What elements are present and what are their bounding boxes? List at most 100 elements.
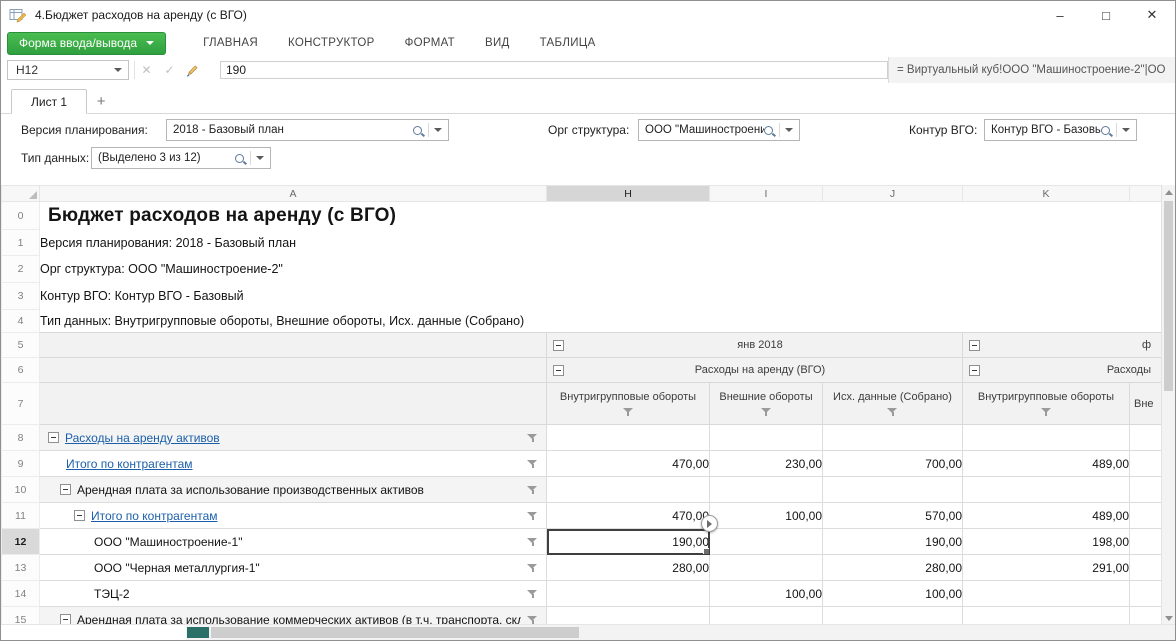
row-number-selected[interactable]: 12 — [2, 529, 40, 555]
row-number[interactable]: 5 — [2, 333, 40, 358]
row-label-link[interactable]: Итого по контрагентам — [91, 509, 218, 523]
row-number[interactable]: 11 — [2, 503, 40, 529]
collapse-icon[interactable] — [969, 340, 980, 351]
value-cell[interactable] — [1130, 555, 1164, 581]
row-label-cell[interactable]: ТЭЦ-2 — [40, 581, 547, 607]
add-sheet-button[interactable]: + — [87, 89, 115, 113]
value-cell[interactable] — [547, 425, 710, 451]
value-cell[interactable]: 489,00 — [963, 503, 1130, 529]
scroll-up-icon[interactable] — [1165, 190, 1173, 195]
row-number[interactable]: 7 — [2, 383, 40, 425]
value-cell[interactable]: 489,00 — [963, 451, 1130, 477]
row-number[interactable]: 3 — [2, 283, 40, 310]
formula-input[interactable]: 190 — [220, 61, 888, 79]
value-cell[interactable] — [1130, 529, 1164, 555]
filter-icon[interactable] — [623, 407, 634, 417]
collapse-icon[interactable] — [60, 484, 71, 495]
select-all-corner[interactable] — [2, 186, 40, 202]
name-box[interactable]: H12 — [7, 60, 129, 80]
filter-icon[interactable] — [527, 537, 538, 547]
value-cell[interactable] — [710, 555, 823, 581]
value-cell[interactable]: 470,00 — [547, 503, 710, 529]
tab-vid[interactable]: ВИД — [470, 37, 525, 49]
value-cell[interactable]: 280,00 — [823, 555, 963, 581]
row-label-cell[interactable]: ООО "Машиностроение-1" — [40, 529, 547, 555]
info-datatype[interactable]: Тип данных: Внутригрупповые обороты, Вне… — [40, 310, 1164, 333]
collapse-icon[interactable] — [553, 340, 564, 351]
row-number[interactable]: 2 — [2, 256, 40, 283]
info-kontur[interactable]: Контур ВГО: Контур ВГО - Базовый — [40, 283, 1164, 310]
col-header-intragroup-1[interactable]: Внутригрупповые обороты — [547, 383, 710, 425]
tab-format[interactable]: ФОРМАТ — [390, 37, 470, 49]
row-number[interactable]: 0 — [2, 202, 40, 230]
value-cell[interactable] — [710, 529, 823, 555]
value-cell[interactable] — [963, 425, 1130, 451]
tab-tablitsa[interactable]: ТАБЛИЦА — [525, 37, 611, 49]
row-label-cell[interactable]: Расходы на аренду активов — [40, 425, 547, 451]
value-cell[interactable] — [823, 477, 963, 503]
edit-formula-icon[interactable] — [181, 64, 204, 77]
value-cell[interactable] — [547, 581, 710, 607]
row-number[interactable]: 13 — [2, 555, 40, 581]
value-cell[interactable] — [547, 477, 710, 503]
row-number[interactable]: 1 — [2, 230, 40, 256]
value-cell[interactable] — [1130, 503, 1164, 529]
report-title[interactable]: Бюджет расходов на аренду (с ВГО) — [40, 202, 1164, 230]
enter-icon[interactable]: ✓ — [158, 63, 181, 77]
vertical-scroll-thumb[interactable] — [1164, 201, 1173, 391]
filter-combo-version[interactable]: 2018 - Базовый план — [166, 119, 449, 141]
value-cell[interactable]: 470,00 — [547, 451, 710, 477]
pane-splitter[interactable] — [187, 627, 209, 638]
column-header-i[interactable]: I — [710, 186, 823, 202]
value-cell[interactable] — [710, 425, 823, 451]
filter-icon[interactable] — [527, 485, 538, 495]
filter-icon[interactable] — [527, 615, 538, 625]
row-label-cell[interactable]: Итого по контрагентам — [40, 451, 547, 477]
column-header-a[interactable]: A — [40, 186, 547, 202]
value-cell[interactable] — [710, 477, 823, 503]
filter-combo-kontur[interactable]: Контур ВГО - Базовый — [984, 119, 1137, 141]
column-header-k[interactable]: K — [963, 186, 1130, 202]
column-header-h[interactable]: H — [547, 186, 710, 202]
value-cell[interactable] — [1130, 425, 1164, 451]
value-cell[interactable] — [1130, 477, 1164, 503]
collapse-icon[interactable] — [48, 432, 59, 443]
value-cell[interactable]: 198,00 — [963, 529, 1130, 555]
selected-cell[interactable]: 190,00 — [547, 529, 710, 555]
filter-icon[interactable] — [527, 563, 538, 573]
collapse-icon[interactable] — [969, 365, 980, 376]
row-label-cell[interactable]: Итого по контрагентам — [40, 503, 547, 529]
tab-glavnaya[interactable]: ГЛАВНАЯ — [188, 37, 273, 49]
filter-icon[interactable] — [527, 511, 538, 521]
tab-konstruktor[interactable]: КОНСТРУКТОР — [273, 37, 390, 49]
value-cell[interactable] — [1130, 451, 1164, 477]
filter-icon[interactable] — [527, 589, 538, 599]
row-label-link[interactable]: Расходы на аренду активов — [65, 431, 220, 445]
col-header-intragroup-2[interactable]: Внутригрупповые обороты — [963, 383, 1130, 425]
value-cell[interactable]: 100,00 — [823, 581, 963, 607]
filter-icon[interactable] — [527, 459, 538, 469]
info-org[interactable]: Орг структура: ООО "Машиностроение-2" — [40, 256, 1164, 283]
row-label-cell[interactable]: Арендная плата за использование производ… — [40, 477, 547, 503]
cancel-icon[interactable]: ✕ — [135, 63, 158, 77]
value-cell[interactable]: 280,00 — [547, 555, 710, 581]
filter-combo-datatype[interactable]: (Выделено 3 из 12) — [91, 147, 271, 169]
collapse-icon[interactable] — [553, 365, 564, 376]
value-cell[interactable] — [1130, 581, 1164, 607]
col-header-external[interactable]: Внешние обороты — [710, 383, 823, 425]
filter-icon[interactable] — [761, 407, 772, 417]
row-label-link[interactable]: Итого по контрагентам — [66, 457, 193, 471]
drill-button[interactable] — [701, 515, 718, 532]
col-header-source[interactable]: Исх. данные (Собрано) — [823, 383, 963, 425]
maximize-button[interactable]: □ — [1083, 1, 1129, 29]
row-number[interactable]: 6 — [2, 358, 40, 383]
value-cell[interactable]: 100,00 — [710, 581, 823, 607]
filter-icon[interactable] — [887, 407, 898, 417]
value-cell[interactable] — [963, 581, 1130, 607]
value-cell[interactable] — [963, 477, 1130, 503]
row-label-cell[interactable]: ООО "Черная металлургия-1" — [40, 555, 547, 581]
filter-icon[interactable] — [527, 433, 538, 443]
filter-icon[interactable] — [1041, 407, 1052, 417]
sheet-tab-list1[interactable]: Лист 1 — [11, 89, 87, 114]
form-io-button[interactable]: Форма ввода/вывода — [7, 32, 166, 55]
